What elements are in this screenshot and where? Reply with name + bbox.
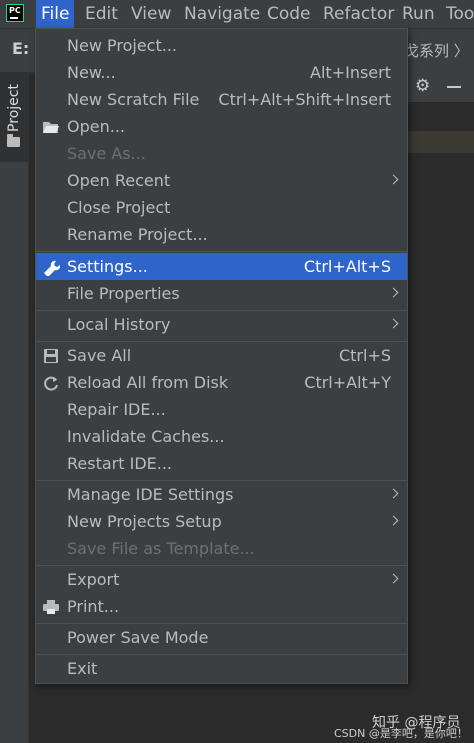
menu-edit[interactable]: Edit [80, 0, 123, 28]
menu-item-label: Save All [67, 346, 132, 365]
menu-item-open-recent[interactable]: Open Recent [36, 167, 407, 194]
wrench-icon [44, 260, 60, 276]
menu-item-save-as[interactable]: Save As... [36, 140, 407, 167]
menu-item-label: Close Project [67, 198, 171, 217]
submenu-arrow-icon [388, 515, 399, 526]
menu-item-label: New Project... [67, 36, 177, 55]
menu-item-label: Invalidate Caches... [67, 427, 225, 446]
menu-item-save-all[interactable]: Save All Ctrl+S [36, 342, 407, 369]
menu-item-save-file-as-template[interactable]: Save File as Template... [36, 535, 407, 562]
printer-icon [43, 600, 59, 614]
menu-item-new-projects-setup[interactable]: New Projects Setup [36, 508, 407, 535]
menu-item-shortcut: Ctrl+Alt+Shift+Insert [218, 90, 391, 109]
menu-separator [36, 251, 407, 252]
submenu-arrow-icon [388, 318, 399, 329]
menu-view[interactable]: View [126, 0, 176, 28]
menu-item-restart-ide[interactable]: Restart IDE... [36, 450, 407, 477]
gear-icon[interactable]: ⚙ [415, 78, 431, 95]
menu-item-label: New... [67, 63, 116, 82]
left-tool-strip [0, 72, 29, 743]
save-icon [44, 349, 58, 363]
menu-item-reload-all[interactable]: Reload All from Disk Ctrl+Alt+Y [36, 369, 407, 396]
menu-item-close-project[interactable]: Close Project [36, 194, 407, 221]
menu-item-label: Print... [67, 597, 120, 616]
project-drive[interactable]: E: [12, 39, 29, 58]
folder-icon [7, 134, 20, 147]
menu-item-label: Restart IDE... [67, 454, 172, 473]
menu-item-label: Save As... [67, 144, 146, 163]
menu-file[interactable]: File [36, 0, 75, 28]
menu-item-file-properties[interactable]: File Properties [36, 280, 407, 307]
menu-item-label: Open Recent [67, 171, 171, 190]
menu-item-exit[interactable]: Exit [36, 655, 407, 682]
breadcrumb[interactable]: 戈系列 〉 2 [404, 40, 474, 61]
menu-item-label: Manage IDE Settings [67, 485, 234, 504]
menu-item-repair-ide[interactable]: Repair IDE... [36, 396, 407, 423]
menu-item-settings[interactable]: Settings... Ctrl+Alt+S [36, 253, 407, 280]
menu-item-new-project[interactable]: New Project... [36, 32, 407, 59]
project-tab-label[interactable]: Project [6, 82, 22, 134]
menu-item-shortcut: Alt+Insert [310, 63, 391, 82]
menu-item-label: Repair IDE... [67, 400, 166, 419]
menu-item-new[interactable]: New... Alt+Insert [36, 59, 407, 86]
menu-item-label: Open... [67, 117, 125, 136]
pycharm-logo-icon: PC [6, 4, 24, 22]
editor-highlight-line [408, 131, 474, 153]
menu-item-label: Rename Project... [67, 225, 208, 244]
menu-item-label: Power Save Mode [67, 628, 209, 647]
minimize-icon[interactable] [447, 86, 461, 88]
menu-item-label: Export [67, 570, 120, 589]
menu-item-rename-project[interactable]: Rename Project... [36, 221, 407, 248]
menu-item-label: Settings... [67, 257, 148, 276]
menu-item-local-history[interactable]: Local History [36, 311, 407, 338]
submenu-arrow-icon [388, 287, 399, 298]
menu-item-label: Local History [67, 315, 171, 334]
menu-item-open[interactable]: Open... [36, 113, 407, 140]
menu-item-export[interactable]: Export [36, 566, 407, 593]
menu-item-power-save-mode[interactable]: Power Save Mode [36, 624, 407, 651]
menu-code[interactable]: Code [262, 0, 316, 28]
submenu-arrow-icon [388, 488, 399, 499]
menu-item-invalidate-caches[interactable]: Invalidate Caches... [36, 423, 407, 450]
reload-icon [44, 376, 58, 391]
file-menu-dropdown: New Project... New... Alt+Insert New Scr… [35, 28, 408, 684]
menu-item-label: Save File as Template... [67, 539, 255, 558]
menu-item-shortcut: Ctrl+S [338, 346, 391, 365]
menu-tools[interactable]: Too [441, 0, 474, 28]
folder-open-icon [43, 122, 59, 133]
menu-run[interactable]: Run [397, 0, 440, 28]
menu-item-print[interactable]: Print... [36, 593, 407, 620]
menu-item-label: Exit [67, 659, 98, 678]
menu-item-label: File Properties [67, 284, 180, 303]
csdn-watermark: CSDN @是李吧，是你吧！ [334, 727, 468, 740]
submenu-arrow-icon [388, 174, 399, 185]
menu-refactor[interactable]: Refactor [318, 0, 399, 28]
menu-item-shortcut: Ctrl+Alt+Y [304, 373, 391, 392]
menu-item-shortcut: Ctrl+Alt+S [303, 257, 391, 276]
menu-navigate[interactable]: Navigate [179, 0, 265, 28]
submenu-arrow-icon [388, 573, 399, 584]
menu-item-label: New Projects Setup [67, 512, 222, 531]
menu-item-manage-ide-settings[interactable]: Manage IDE Settings [36, 481, 407, 508]
menu-item-label: Reload All from Disk [67, 373, 229, 392]
menu-item-new-scratch-file[interactable]: New Scratch File Ctrl+Alt+Shift+Insert [36, 86, 407, 113]
menu-bar: PC File Edit View Navigate Code Refactor… [0, 0, 474, 29]
menu-item-label: New Scratch File [67, 90, 200, 109]
